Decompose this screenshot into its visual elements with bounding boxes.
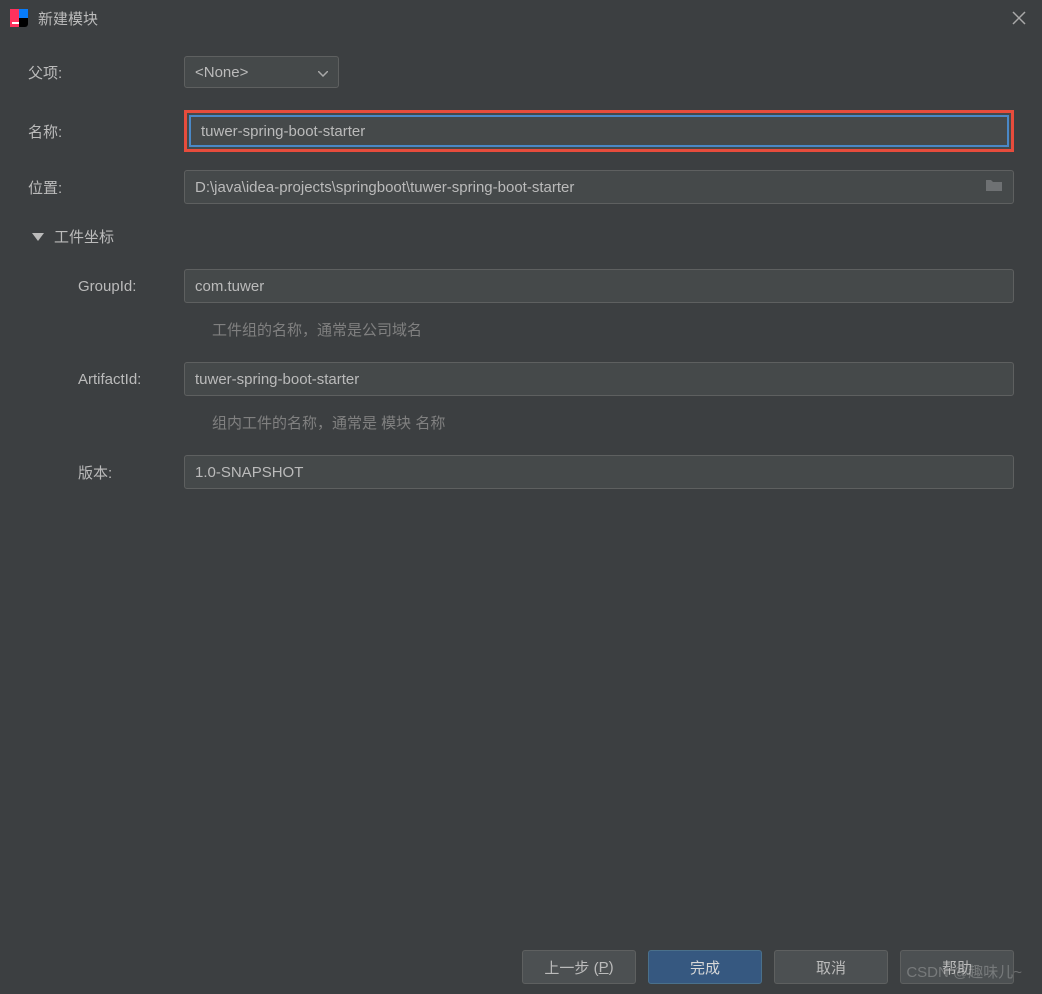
artifactid-hint: 组内工件的名称，通常是 模块 名称 bbox=[212, 412, 1014, 433]
help-button[interactable]: 帮助 bbox=[900, 950, 1014, 984]
parent-row: 父项: <None> bbox=[28, 56, 1014, 88]
version-label: 版本: bbox=[28, 462, 184, 483]
prev-prefix: 上一步 ( bbox=[544, 957, 598, 978]
groupid-input[interactable] bbox=[184, 269, 1014, 303]
location-input-wrap[interactable]: D:\java\idea-projects\springboot\tuwer-s… bbox=[184, 170, 1014, 204]
previous-button[interactable]: 上一步 (P) bbox=[522, 950, 636, 984]
parent-select[interactable]: <None> bbox=[184, 56, 339, 88]
version-row: 版本: bbox=[28, 455, 1014, 489]
form-content: 父项: <None> 名称: 位置: D:\java\idea-projects… bbox=[0, 36, 1042, 489]
name-input[interactable] bbox=[189, 115, 1009, 147]
cancel-button[interactable]: 取消 bbox=[774, 950, 888, 984]
window-title: 新建模块 bbox=[38, 8, 1006, 29]
artifactid-row: ArtifactId: bbox=[28, 362, 1014, 396]
prev-suffix: ) bbox=[609, 959, 614, 976]
location-value: D:\java\idea-projects\springboot\tuwer-s… bbox=[195, 179, 985, 196]
chevron-down-icon bbox=[318, 64, 328, 81]
triangle-down-icon bbox=[32, 233, 44, 241]
finish-button[interactable]: 完成 bbox=[648, 950, 762, 984]
location-row: 位置: D:\java\idea-projects\springboot\tuw… bbox=[28, 170, 1014, 204]
groupid-row: GroupId: bbox=[28, 269, 1014, 303]
version-input[interactable] bbox=[184, 455, 1014, 489]
button-bar: 上一步 (P) 完成 取消 帮助 bbox=[522, 950, 1014, 984]
parent-value: <None> bbox=[195, 64, 310, 81]
artifactid-label: ArtifactId: bbox=[28, 371, 184, 388]
name-label: 名称: bbox=[28, 121, 184, 142]
coordinates-label: 工件坐标 bbox=[54, 226, 114, 247]
close-icon[interactable] bbox=[1006, 5, 1032, 31]
app-icon bbox=[10, 9, 28, 27]
artifactid-input[interactable] bbox=[184, 362, 1014, 396]
name-highlight-box bbox=[184, 110, 1014, 152]
parent-label: 父项: bbox=[28, 62, 184, 83]
folder-icon[interactable] bbox=[985, 178, 1003, 196]
coordinates-section-header[interactable]: 工件坐标 bbox=[28, 226, 1014, 247]
name-row: 名称: bbox=[28, 110, 1014, 152]
groupid-hint: 工件组的名称，通常是公司域名 bbox=[212, 319, 1014, 340]
groupid-label: GroupId: bbox=[28, 278, 184, 295]
prev-mnemonic: P bbox=[599, 959, 609, 976]
titlebar: 新建模块 bbox=[0, 0, 1042, 36]
location-label: 位置: bbox=[28, 177, 184, 198]
